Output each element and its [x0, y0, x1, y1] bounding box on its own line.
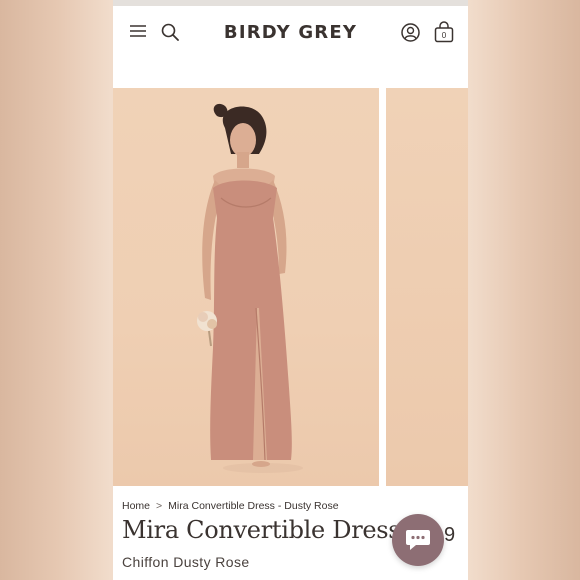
breadcrumb-separator: >	[156, 500, 163, 512]
site-header: BIRDY GREY 0	[113, 6, 468, 66]
breadcrumb-current[interactable]: Mira Convertible Dress - Dusty Rose	[168, 500, 338, 512]
bag-count: 0	[441, 31, 447, 40]
chat-button[interactable]	[392, 514, 444, 566]
breadcrumb: Home > Mira Convertible Dress - Dusty Rose	[122, 500, 339, 512]
chat-icon	[405, 528, 431, 557]
product-variant: Chiffon Dusty Rose	[122, 554, 250, 570]
breadcrumb-home[interactable]: Home	[122, 500, 150, 512]
account-icon[interactable]	[401, 23, 420, 42]
product-photo-next[interactable]	[386, 88, 468, 486]
product-photo-front[interactable]	[113, 88, 379, 486]
product-price: 9	[444, 524, 456, 546]
product-title: Mira Convertible Dress	[122, 516, 401, 544]
bag-icon[interactable]: 0	[434, 21, 454, 43]
mobile-page: BIRDY GREY 0 Home > Mira Convertible Dre…	[113, 0, 468, 580]
product-gallery[interactable]	[113, 88, 468, 486]
